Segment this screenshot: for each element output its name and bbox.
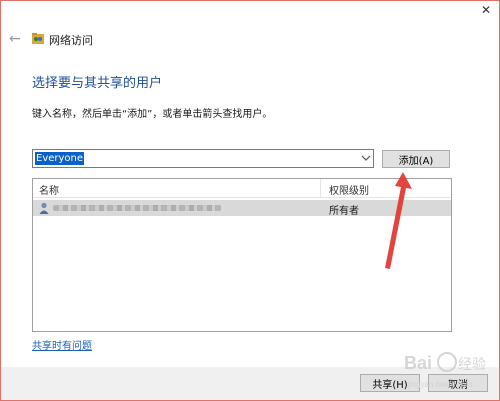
chevron-down-icon[interactable] — [361, 153, 371, 163]
baidu-jingyan-watermark: Bai 经验 jingyan.baidu.com — [404, 352, 486, 389]
sharing-help-link[interactable]: 共享时有问题 — [32, 337, 92, 352]
close-button[interactable]: ✕ — [473, 1, 499, 19]
list-row[interactable]: 所有者 — [33, 200, 451, 217]
list-header: 名称 权限级别 — [33, 179, 451, 198]
close-icon: ✕ — [480, 3, 492, 17]
combo-input-value[interactable]: Everyone — [35, 152, 85, 165]
column-divider[interactable] — [320, 179, 321, 197]
user-list: 名称 权限级别 所有者 — [32, 178, 452, 332]
permission-level[interactable]: 所有者 — [329, 202, 359, 217]
svg-text:jingyan.baidu.com: jingyan.baidu.com — [407, 380, 473, 389]
add-button[interactable]: 添加(A) — [382, 150, 450, 168]
user-name-redacted — [53, 205, 221, 211]
share-dialog-window: ✕ ← 网络访问 选择要与其共享的用户 键入名称，然后单击“添加”，或者单击箭头… — [0, 0, 500, 401]
column-header-name[interactable]: 名称 — [39, 182, 59, 197]
window-title: 网络访问 — [49, 34, 93, 47]
user-combo-box[interactable]: Everyone — [32, 149, 374, 168]
user-icon — [39, 202, 49, 214]
back-arrow-icon[interactable]: ← — [9, 31, 21, 47]
instructions-text: 键入名称，然后单击“添加”，或者单击箭头查找用户。 — [32, 109, 273, 120]
svg-text:经验: 经验 — [458, 357, 486, 373]
svg-text:Bai: Bai — [404, 353, 432, 373]
page-heading: 选择要与其共享的用户 — [32, 76, 163, 91]
network-sharing-icon — [32, 33, 44, 44]
column-header-permission[interactable]: 权限级别 — [329, 182, 369, 197]
